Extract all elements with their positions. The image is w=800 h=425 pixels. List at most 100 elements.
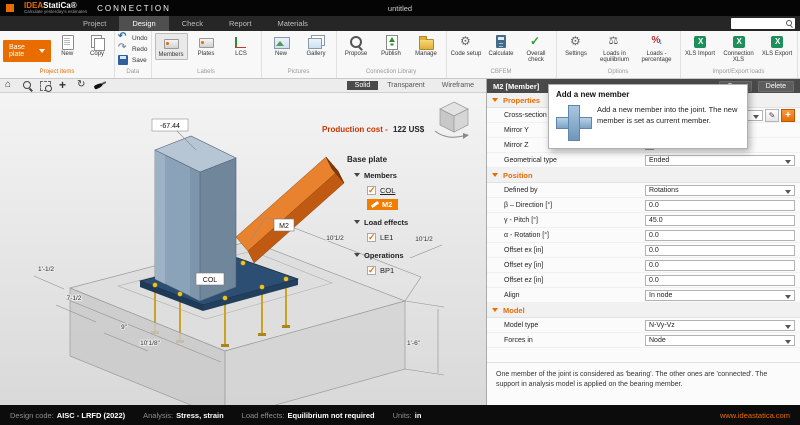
dim-label: 1'-6" bbox=[407, 340, 421, 347]
connection-xls-button[interactable]: Connection XLS bbox=[719, 33, 759, 65]
col-checkbox[interactable] bbox=[367, 185, 376, 196]
le1-checkbox[interactable] bbox=[367, 232, 376, 243]
viewport: Solid Transparent Wireframe bbox=[0, 78, 487, 405]
redo-button[interactable]: Redo bbox=[118, 42, 148, 55]
dropdown-value: Node bbox=[649, 336, 666, 344]
zoom-extents-icon[interactable] bbox=[22, 80, 34, 92]
orientation-cube[interactable] bbox=[430, 97, 478, 143]
home-view-icon[interactable] bbox=[4, 79, 16, 92]
offset-ex-input[interactable]: 0.0 bbox=[645, 244, 795, 256]
tree-item-col[interactable]: COL bbox=[347, 183, 483, 197]
pan-icon[interactable] bbox=[58, 78, 70, 92]
paintbrush-icon[interactable] bbox=[94, 80, 106, 92]
offset-ez-input[interactable]: 0.0 bbox=[645, 274, 795, 286]
save-button[interactable]: Save bbox=[117, 55, 147, 66]
equilibrium-scales-icon bbox=[607, 34, 623, 50]
viewport-toolbar: Solid Transparent Wireframe bbox=[0, 78, 486, 93]
calculate-button[interactable]: Calculate bbox=[485, 33, 518, 58]
button-label: Code setup bbox=[450, 51, 482, 57]
group-label-connection-library: Connection Library bbox=[365, 69, 417, 75]
manage-button[interactable]: Manage bbox=[410, 33, 443, 58]
loads-percentage-toggle[interactable]: Loads - percentage bbox=[637, 33, 677, 65]
base-plate-dropdown[interactable]: Base plate bbox=[3, 40, 52, 62]
publish-button[interactable]: Publish bbox=[375, 33, 408, 58]
align-dropdown[interactable]: In node bbox=[645, 289, 795, 301]
model-type-dropdown[interactable]: N-Vy-Vz bbox=[645, 319, 795, 331]
add-cross-section-button[interactable] bbox=[781, 108, 795, 122]
app-logo: IDEAStatiCa® Calculate yesterday's estim… bbox=[24, 1, 87, 15]
loads-in-equilibrium-toggle[interactable]: Loads in equilibrium bbox=[595, 33, 635, 65]
xls-export-button[interactable]: XLS Export bbox=[761, 33, 794, 58]
section-position[interactable]: Position bbox=[487, 168, 800, 183]
status-label: Analysis: bbox=[143, 410, 174, 420]
chevron-down-icon bbox=[354, 173, 360, 177]
status-analysis[interactable]: Analysis: Stress, strain bbox=[143, 411, 224, 420]
chevron-down-icon bbox=[354, 220, 360, 224]
status-load-effects[interactable]: Load effects: Equilibrium not required bbox=[242, 411, 375, 420]
collapse-icon bbox=[492, 98, 498, 102]
ribbon-group-cbfem: Code setup Calculate Overall check CBFEM bbox=[447, 31, 557, 78]
field-label: Offset ex [in] bbox=[504, 246, 544, 254]
status-bar: Design code: AISC - LRFD (2022) Analysis:… bbox=[0, 405, 800, 425]
search-input[interactable] bbox=[731, 18, 795, 29]
alpha-rotation-input[interactable]: 0.0 bbox=[645, 229, 795, 241]
bp1-checkbox[interactable] bbox=[367, 265, 376, 276]
labels-members-toggle[interactable]: Members bbox=[154, 33, 188, 61]
tree-item-bp1[interactable]: BP1 bbox=[347, 263, 483, 277]
tree-section-members[interactable]: Members bbox=[347, 169, 483, 181]
group-label-cbfem: CBFEM bbox=[490, 69, 512, 75]
tree-root-base-plate[interactable]: Base plate bbox=[347, 155, 483, 164]
code-setup-button[interactable]: Code setup bbox=[450, 33, 483, 58]
settings-button[interactable]: Settings bbox=[560, 33, 593, 58]
beta-direction-input[interactable]: 0.0 bbox=[645, 199, 795, 211]
section-model[interactable]: Model bbox=[487, 303, 800, 318]
geometrical-type-dropdown[interactable]: Ended bbox=[645, 154, 795, 166]
new-project-item-button[interactable]: New bbox=[53, 33, 81, 58]
view-mode-transparent[interactable]: Transparent bbox=[379, 81, 432, 90]
orbit-rotate-icon[interactable] bbox=[76, 79, 88, 92]
delete-member-button[interactable]: Delete bbox=[757, 80, 794, 92]
offset-ey-input[interactable]: 0.0 bbox=[645, 259, 795, 271]
tab-materials[interactable]: Materials bbox=[264, 16, 320, 31]
dropdown-value: Rotations bbox=[649, 186, 679, 194]
row-model-type: Model type N-Vy-Vz bbox=[487, 318, 800, 333]
button-label: Save bbox=[131, 57, 147, 64]
member-m2[interactable] bbox=[235, 156, 345, 264]
edit-cross-section-button[interactable] bbox=[765, 108, 779, 122]
propose-button[interactable]: Propose bbox=[340, 33, 373, 58]
row-alpha-rotation: α - Rotation [°] 0.0 bbox=[487, 228, 800, 243]
member-label: M2 bbox=[279, 223, 289, 230]
labels-plates-toggle[interactable]: Plates bbox=[190, 33, 223, 58]
tab-design[interactable]: Design bbox=[119, 16, 169, 31]
status-units[interactable]: Units: in bbox=[393, 411, 422, 420]
zoom-window-icon[interactable] bbox=[40, 80, 52, 92]
status-design-code[interactable]: Design code: AISC - LRFD (2022) bbox=[10, 411, 125, 420]
button-label: Redo bbox=[131, 46, 148, 53]
tab-project[interactable]: Project bbox=[70, 16, 119, 31]
button-label: Propose bbox=[344, 51, 368, 57]
tree-section-load-effects[interactable]: Load effects bbox=[347, 216, 483, 228]
button-label: Calculate bbox=[488, 51, 514, 57]
gallery-button[interactable]: Gallery bbox=[300, 33, 333, 58]
tab-check[interactable]: Check bbox=[169, 16, 216, 31]
row-defined-by: Defined by Rotations bbox=[487, 183, 800, 198]
view-mode-solid[interactable]: Solid bbox=[346, 81, 379, 90]
copy-project-item-button[interactable]: Copy bbox=[83, 33, 111, 58]
tab-report[interactable]: Report bbox=[216, 16, 265, 31]
website-link[interactable]: www.ideastatica.com bbox=[720, 411, 790, 420]
tree-item-m2-selected[interactable]: M2 bbox=[347, 197, 483, 211]
section-title: Properties bbox=[503, 95, 541, 105]
button-label: Gallery bbox=[306, 51, 326, 57]
gamma-pitch-input[interactable]: 45.0 bbox=[645, 214, 795, 226]
xls-import-button[interactable]: XLS Import bbox=[684, 33, 717, 58]
tree-item-le1[interactable]: LE1 bbox=[347, 230, 483, 244]
defined-by-dropdown[interactable]: Rotations bbox=[645, 184, 795, 196]
new-picture-button[interactable]: New bbox=[265, 33, 298, 58]
tooltip-text: Add a new member into the joint. The new… bbox=[597, 105, 738, 125]
forces-in-dropdown[interactable]: Node bbox=[645, 334, 795, 346]
overall-check-button[interactable]: Overall check bbox=[520, 33, 553, 65]
labels-lcs-toggle[interactable]: LCS bbox=[225, 33, 258, 58]
field-label: Geometrical type bbox=[504, 156, 557, 164]
tree-section-operations[interactable]: Operations bbox=[347, 249, 483, 261]
view-mode-wireframe[interactable]: Wireframe bbox=[434, 81, 482, 90]
